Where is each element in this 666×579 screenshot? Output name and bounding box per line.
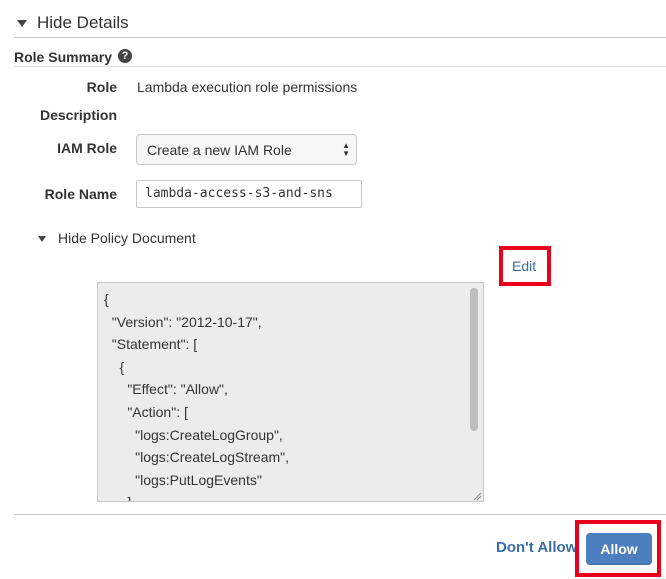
policy-code-line: { (104, 291, 109, 307)
policy-code-line: "Action": [ (104, 403, 188, 420)
role-label: Role (86, 79, 117, 95)
policy-code-line: "Version": "2012-10-17", (104, 313, 262, 330)
hide-policy-document-toggle[interactable]: Hide Policy Document (58, 230, 196, 246)
role-name-label: Role Name (44, 186, 117, 202)
allow-button[interactable]: Allow (586, 533, 652, 565)
policy-code-line: "logs:CreateLogStream", (104, 449, 290, 466)
policy-code-line: "logs:PutLogEvents" (104, 471, 262, 488)
edit-policy-link[interactable]: Edit (512, 258, 536, 274)
collapse-triangle-icon[interactable] (17, 20, 27, 27)
select-arrows-icon: ▲ ▼ (342, 141, 350, 158)
footer-divider (14, 514, 666, 515)
role-name-input[interactable]: lambda-access-s3-and-sns (136, 180, 362, 208)
policy-document-editor[interactable]: { "Version": "2012-10-17", "Statement": … (97, 282, 484, 502)
policy-code-line: "logs:CreateLogGroup", (104, 426, 283, 443)
policy-code-line: ], (104, 491, 289, 501)
policy-code-line: "Statement": [ (104, 336, 198, 353)
policy-code-line: "Effect": "Allow", (104, 381, 228, 398)
iam-role-select[interactable]: Create a new IAM Role ▲ ▼ (136, 134, 357, 165)
iam-role-label: IAM Role (57, 140, 117, 156)
role-summary-title: Role Summary (14, 49, 113, 65)
role-summary-divider (14, 66, 666, 67)
policy-code-lines: { "Version": "2012-10-17", "Statement": … (104, 288, 290, 501)
hide-details-toggle[interactable]: Hide Details (37, 13, 129, 33)
policy-scrollbar[interactable] (470, 288, 478, 431)
resize-grip-icon[interactable] (472, 491, 482, 501)
iam-role-selected-value: Create a new IAM Role (147, 142, 292, 158)
policy-code-line: { (104, 358, 125, 375)
role-value: Lambda execution role permissions (137, 79, 358, 95)
description-label: Description (39, 107, 117, 123)
dont-allow-button[interactable]: Don't Allow (496, 539, 577, 556)
help-icon[interactable]: ? (118, 49, 132, 63)
header-divider (14, 37, 666, 38)
policy-collapse-triangle-icon[interactable] (38, 236, 46, 242)
